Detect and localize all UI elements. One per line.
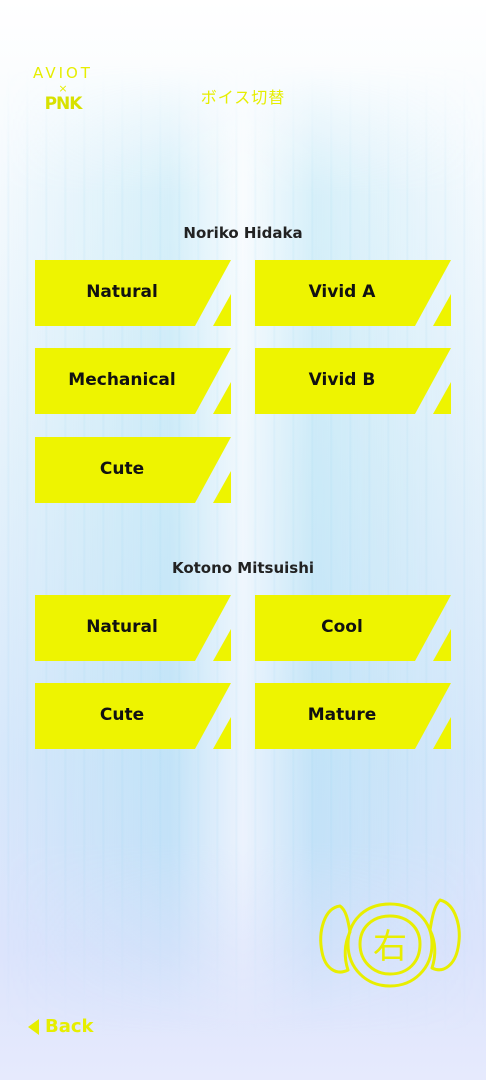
section-title-noriko-hidaka: Noriko Hidaka [183, 224, 303, 242]
voice-button-label: Natural [86, 617, 158, 637]
voice-button-kotono-natural[interactable]: Natural [35, 595, 231, 661]
section-title-kotono-mitsuishi: Kotono Mitsuishi [171, 559, 315, 577]
voice-button-noriko-natural[interactable]: Natural [35, 260, 231, 326]
voice-button-label: Cute [99, 459, 145, 479]
back-button[interactable]: Back [28, 1016, 94, 1037]
back-arrow-icon [28, 1018, 39, 1035]
voice-button-noriko-vivid-b[interactable]: Vivid B [255, 348, 451, 414]
logo-aviot-text: AVIOT [33, 64, 93, 82]
back-label: Back [45, 1016, 94, 1037]
voice-button-kotono-cute[interactable]: Cute [35, 683, 231, 749]
mascot-character: 右 [373, 927, 407, 967]
voice-button-noriko-vivid-a[interactable]: Vivid A [255, 260, 451, 326]
voice-button-kotono-mature[interactable]: Mature [255, 683, 451, 749]
voice-button-noriko-cute[interactable]: Cute [35, 437, 231, 503]
voice-button-label: Vivid A [308, 282, 376, 302]
voice-button-label: Natural [86, 282, 158, 302]
voice-button-kotono-cool[interactable]: Cool [255, 595, 451, 661]
mascot-face-icon[interactable]: 右 [314, 892, 466, 998]
voice-button-label: Cool [321, 617, 363, 637]
voice-button-noriko-mechanical[interactable]: Mechanical [35, 348, 231, 414]
voice-button-label: Cute [99, 705, 145, 725]
voice-button-label: Vivid B [308, 370, 376, 390]
voice-button-label: Mature [307, 705, 377, 725]
mascot-drawing: 右 [319, 898, 461, 988]
page-title: ボイス切替 [200, 88, 286, 107]
voice-button-label: Mechanical [68, 370, 176, 390]
